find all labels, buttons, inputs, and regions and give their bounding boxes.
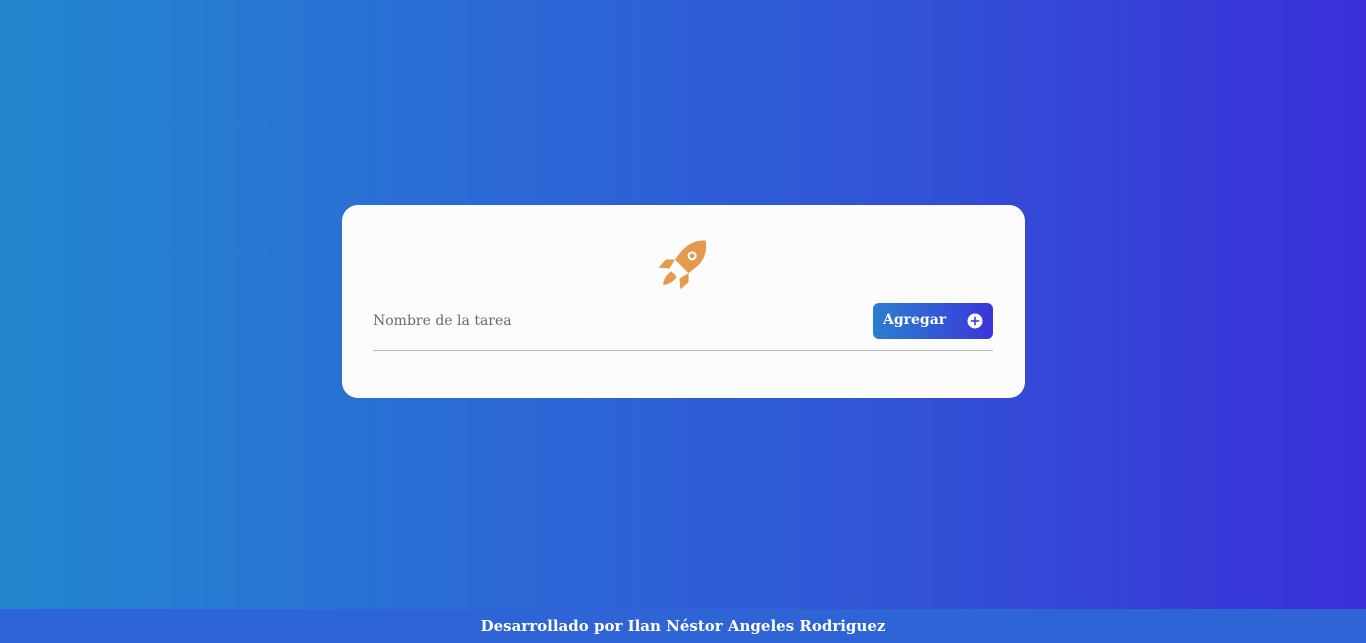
task-card: Agregar	[342, 205, 1025, 398]
add-button-label: Agregar	[883, 312, 947, 328]
footer-credits: Desarrollado por Ilan Néstor Angeles Rod…	[480, 617, 886, 635]
page-footer: Desarrollado por Ilan Néstor Angeles Rod…	[0, 609, 1366, 643]
task-name-input[interactable]	[373, 303, 853, 339]
task-form: Agregar	[373, 303, 993, 351]
rocket-icon	[658, 240, 707, 290]
add-task-button[interactable]: Agregar	[873, 303, 993, 339]
plus-circle-icon	[967, 313, 983, 329]
